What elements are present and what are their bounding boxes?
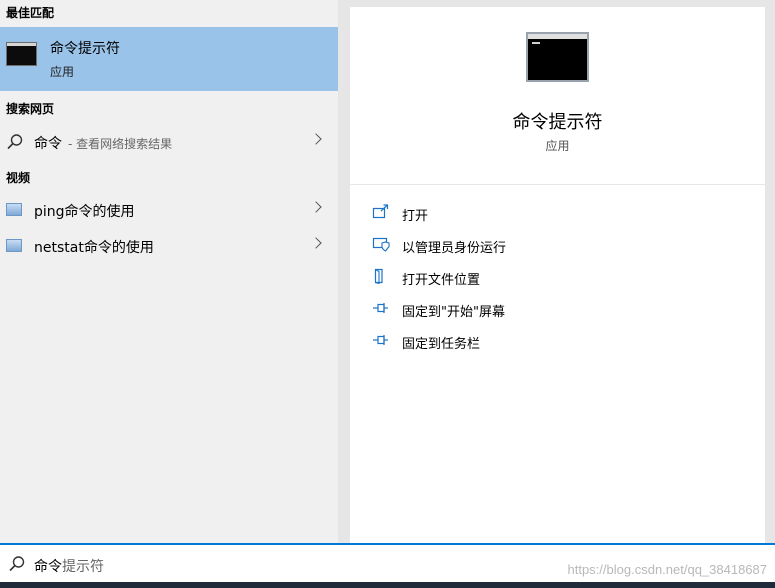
action-pin-to-taskbar[interactable]: 固定到任务栏 bbox=[372, 329, 752, 355]
search-typed-text: 命令 bbox=[34, 559, 62, 575]
video-label: netstat命令的使用 bbox=[34, 240, 154, 256]
action-label: 固定到任务栏 bbox=[402, 337, 481, 352]
video-icon bbox=[6, 203, 22, 216]
action-pin-to-start[interactable]: 固定到"开始"屏幕 bbox=[372, 297, 752, 323]
shield-icon bbox=[372, 237, 390, 252]
action-label: 以管理员身份运行 bbox=[402, 241, 507, 256]
video-label: ping命令的使用 bbox=[34, 204, 135, 220]
search-box[interactable]: 命令提示符 https://blog.csdn.net/qq_38418687 bbox=[0, 543, 775, 582]
action-open[interactable]: 打开 bbox=[372, 201, 752, 227]
action-open-file-location[interactable]: 打开文件位置 bbox=[372, 265, 752, 291]
best-match-title: 命令提示符 bbox=[50, 41, 120, 57]
cmd-terminal-icon bbox=[6, 42, 37, 66]
web-search-result[interactable]: 命令 - 查看网络搜索结果 bbox=[0, 125, 338, 159]
action-label: 打开 bbox=[402, 209, 429, 224]
search-icon bbox=[9, 556, 25, 572]
web-search-term: 命令 bbox=[34, 136, 62, 152]
open-icon bbox=[372, 204, 389, 219]
taskbar bbox=[0, 582, 775, 588]
chevron-right-icon[interactable] bbox=[310, 133, 322, 145]
action-label: 打开文件位置 bbox=[402, 273, 481, 288]
results-panel: 最佳匹配 命令提示符 应用 搜索网页 命令 - 查看网络搜索结果 视频 ping… bbox=[0, 0, 338, 543]
video-item[interactable]: netstat命令的使用 bbox=[0, 229, 338, 263]
video-icon bbox=[6, 239, 22, 252]
video-header: 视频 bbox=[6, 171, 31, 185]
divider bbox=[350, 184, 765, 185]
search-autocomplete-text: 提示符 bbox=[62, 559, 104, 575]
best-match-subtitle: 应用 bbox=[50, 65, 75, 79]
action-label: 固定到"开始"屏幕 bbox=[402, 305, 505, 320]
cmd-terminal-icon bbox=[526, 32, 589, 82]
pin-icon bbox=[373, 303, 388, 313]
web-search-hint: - 查看网络搜索结果 bbox=[68, 137, 173, 151]
detail-panel: 命令提示符 应用 打开 以管理员身份运行 打开文件位置 固定到"开始"屏幕 固定… bbox=[350, 7, 765, 543]
watermark: https://blog.csdn.net/qq_38418687 bbox=[567, 562, 768, 577]
search-icon bbox=[7, 134, 23, 150]
action-run-as-admin[interactable]: 以管理员身份运行 bbox=[372, 233, 752, 259]
pin-icon bbox=[373, 335, 388, 345]
best-match-header: 最佳匹配 bbox=[6, 6, 55, 20]
search-input[interactable]: 命令提示符 bbox=[34, 556, 104, 576]
chevron-right-icon[interactable] bbox=[310, 237, 322, 249]
detail-title: 命令提示符 bbox=[512, 112, 603, 133]
file-location-icon bbox=[374, 268, 383, 284]
web-header: 搜索网页 bbox=[6, 102, 55, 116]
best-match-item[interactable]: 命令提示符 应用 bbox=[0, 27, 338, 91]
chevron-right-icon[interactable] bbox=[310, 201, 322, 213]
detail-subtitle: 应用 bbox=[545, 139, 570, 153]
video-item[interactable]: ping命令的使用 bbox=[0, 193, 338, 227]
